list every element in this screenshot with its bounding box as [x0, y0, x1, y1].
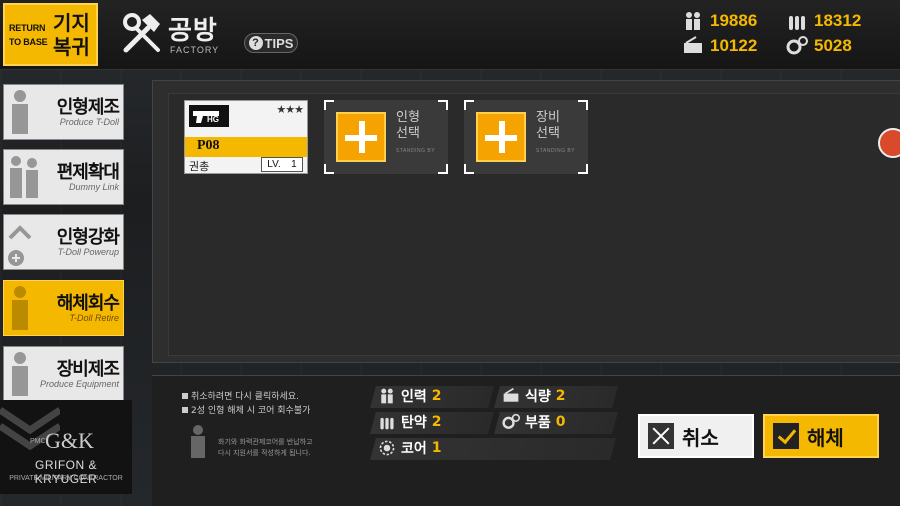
manpower-resource: 19886 [682, 10, 757, 32]
gk-logo: PMC G&K GRIFON & KRYUGER PRIVATE MILITAR… [0, 400, 132, 494]
equipment-select-slot[interactable]: 장비 선택 STANDING BY [464, 100, 588, 174]
hint-text: 화기와 화력관제코어를 반납하고 다시 지원서를 작성하게 됩니다. [218, 438, 313, 457]
ammo-icon [380, 417, 394, 430]
sidebar-item-tdoll-powerup[interactable]: 인형강화 T-Doll Powerup [3, 214, 124, 270]
return-small-label: RETURN TO BASE [9, 23, 48, 47]
tdoll-card-p08[interactable]: HG ★★★ P08 권총 LV. 1 [184, 100, 308, 174]
rarity-stars: ★★★ [276, 103, 304, 116]
equipment-figure-icon [12, 352, 28, 396]
wrench-hammer-icon [123, 13, 160, 53]
gear-icon [786, 36, 808, 55]
retire-figure-icon [12, 286, 28, 330]
manpower-icon [686, 12, 700, 30]
side-expand-tab[interactable] [878, 128, 900, 158]
level-badge: LV. 1 [261, 157, 303, 172]
tips-button[interactable]: ? TIPS [244, 33, 298, 53]
note-core: 2성 인형 해체 시 코어 회수불가 [182, 403, 310, 416]
weapon-type-badge: HG [207, 115, 219, 124]
ammo-resource: 18312 [786, 10, 861, 32]
sidebar-item-produce-tdoll[interactable]: 인형제조 Produce T-Doll [3, 84, 124, 140]
gear-icon [502, 413, 520, 429]
doll-name: P08 [197, 138, 220, 153]
rations-icon [503, 387, 519, 402]
top-bar: RETURN TO BASE 기지 복귀 공방 FACTORY ? TIPS 1… [0, 0, 900, 70]
sidebar-item-produce-equipment[interactable]: 장비제조 Produce Equipment [3, 346, 124, 402]
page-subtitle: FACTORY [170, 45, 220, 55]
sidebar-item-tdoll-retire[interactable]: 해체회수 T-Doll Retire [3, 280, 124, 336]
return-to-base-button[interactable]: RETURN TO BASE 기지 복귀 [3, 3, 98, 66]
rations-icon [684, 36, 702, 53]
cost-manpower: 인력 2 [378, 386, 442, 406]
powerup-icon [8, 225, 32, 266]
core-icon [379, 440, 395, 456]
cost-parts: 부품 0 [502, 412, 566, 432]
cost-ammo: 탄약 2 [378, 412, 442, 432]
ammo-icon [789, 16, 805, 30]
question-icon: ? [248, 36, 263, 50]
cost-rations: 식량 2 [502, 386, 566, 406]
page-title: 공방 [168, 16, 218, 46]
doll-select-slot[interactable]: 인형 선택 STANDING BY [324, 100, 448, 174]
cost-core: 코어 1 [378, 438, 442, 458]
return-big-label: 기지 복귀 [53, 11, 90, 59]
check-icon [773, 423, 799, 449]
manpower-icon [381, 388, 393, 404]
doll-group-icon [10, 156, 38, 198]
cancel-button[interactable]: 취소 [638, 414, 754, 458]
dismantle-button[interactable]: 해체 [763, 414, 879, 458]
close-icon [648, 423, 674, 449]
doll-figure-icon [12, 90, 28, 134]
doll-type: 권총 [189, 160, 210, 173]
plus-icon [336, 112, 386, 162]
note-cancel: 취소하려면 다시 클릭하세요. [182, 389, 299, 402]
sidebar-item-dummy-link[interactable]: 편제확대 Dummy Link [3, 149, 124, 205]
rations-resource: 10122 [682, 35, 757, 57]
plus-icon [476, 112, 526, 162]
parts-resource: 5028 [786, 35, 852, 57]
retire-hint-icon [191, 425, 205, 458]
